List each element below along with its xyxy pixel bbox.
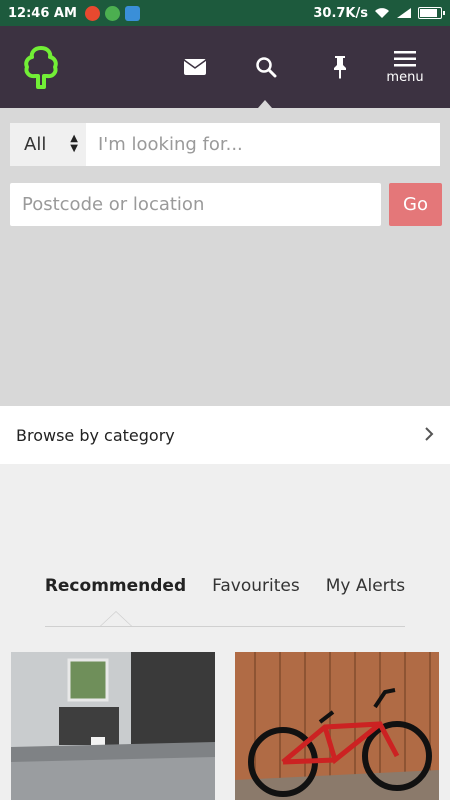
tab-my-alerts[interactable]: My Alerts	[313, 576, 418, 604]
top-nav: menu	[0, 26, 450, 108]
messages-button[interactable]	[178, 26, 212, 108]
status-bar: 12:46 AM 30.7K/s	[0, 0, 450, 26]
hamburger-icon	[394, 50, 416, 66]
circle-app-icon	[104, 5, 120, 21]
status-time: 12:46 AM	[8, 5, 77, 21]
search-icon	[256, 57, 277, 78]
network-speed: 30.7K/s	[313, 5, 368, 21]
feed-tabs: Recommended Favourites My Alerts	[0, 576, 450, 606]
tab-favourites[interactable]: Favourites	[199, 576, 313, 604]
menu-button[interactable]: menu	[382, 26, 428, 108]
search-panel: All ▲▼ Go	[0, 108, 450, 406]
listing-image	[235, 652, 439, 800]
search-input[interactable]	[86, 123, 440, 166]
go-button[interactable]: Go	[389, 183, 442, 226]
battery-icon	[418, 7, 445, 19]
tree-logo-icon[interactable]	[22, 44, 60, 90]
listing-card[interactable]	[11, 652, 215, 800]
search-button[interactable]	[250, 26, 282, 108]
category-select[interactable]: All ▲ ▼	[10, 123, 86, 166]
pin-icon	[334, 56, 346, 79]
active-tab-indicator	[100, 611, 132, 626]
mail-icon	[183, 59, 207, 75]
menu-label: menu	[386, 69, 424, 85]
listing-image	[11, 652, 215, 800]
listing-card[interactable]	[235, 652, 439, 800]
tabs-divider	[45, 626, 405, 627]
browse-by-category[interactable]: Browse by category	[0, 406, 450, 464]
w-app-icon	[84, 5, 100, 21]
puzzle-app-icon	[124, 5, 140, 21]
select-arrows-icon: ▲ ▼	[70, 133, 78, 154]
location-input[interactable]	[10, 183, 381, 226]
browse-title: Browse by category	[16, 425, 175, 445]
wifi-icon	[375, 8, 389, 18]
tab-recommended[interactable]: Recommended	[32, 576, 199, 604]
favourites-button[interactable]	[324, 26, 356, 108]
category-selected-value: All	[24, 134, 47, 155]
signal-icon	[397, 8, 411, 18]
active-nav-indicator	[258, 100, 272, 108]
search-row: All ▲ ▼	[10, 123, 440, 166]
chevron-right-icon	[424, 425, 434, 446]
